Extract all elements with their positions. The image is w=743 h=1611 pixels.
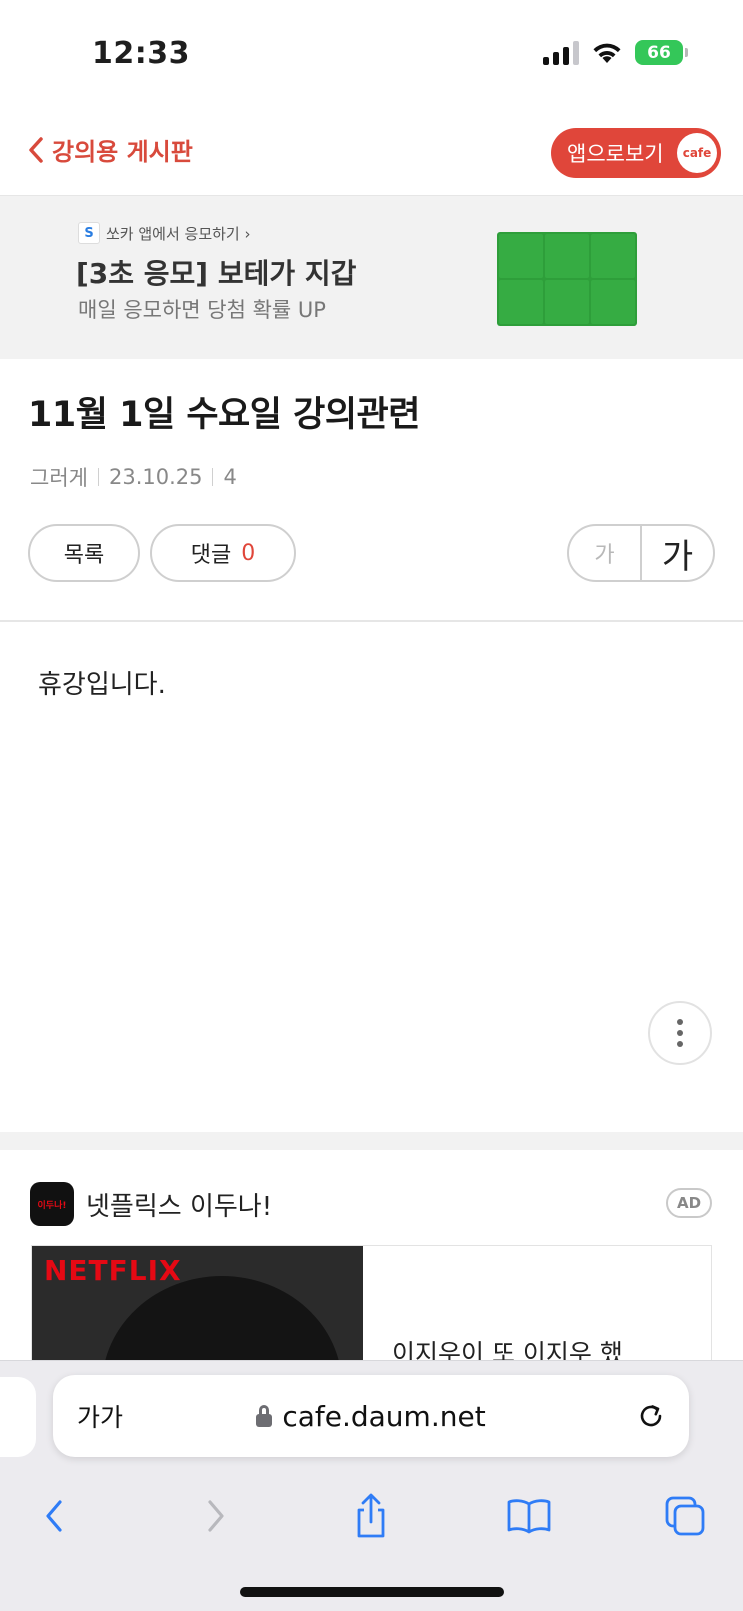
previous-tab-peek[interactable] [0, 1377, 36, 1457]
more-dots-icon [677, 1019, 683, 1025]
url-text: cafe.daum.net [282, 1399, 486, 1433]
ad-source: S 쏘카 앱에서 응모하기 › [78, 222, 251, 244]
board-name: 강의용 게시판 [52, 138, 193, 166]
battery-level: 66 [647, 42, 671, 63]
post-views: 4 [223, 465, 237, 489]
netflix-show-logo-icon: 이두나! [30, 1182, 74, 1226]
ad-subtitle: 매일 응모하면 당첨 확률 UP [78, 298, 326, 322]
section-separator [0, 1132, 743, 1150]
back-button[interactable]: 강의용 게시판 [26, 132, 193, 167]
ad-badge: AD [666, 1188, 712, 1218]
lock-icon [256, 1405, 273, 1427]
post-meta: 그러게 23.10.25 4 [30, 462, 237, 492]
status-icons: 66 [543, 40, 688, 65]
post-date: 23.10.25 [108, 465, 203, 489]
home-indicator [240, 1587, 504, 1597]
ad-title: [3초 응모] 보테가 지갑 [76, 257, 357, 290]
list-button-label: 목록 [63, 543, 105, 568]
cafe-logo-icon: cafe [677, 133, 717, 173]
navigation-bar: 강의용 게시판 앱으로보기 cafe [0, 110, 743, 196]
meta-divider [97, 468, 99, 486]
list-button[interactable]: 목록 [28, 524, 140, 582]
open-in-app-label: 앱으로보기 [567, 142, 664, 166]
status-time: 12:33 [92, 36, 190, 71]
browser-bottom-bar: 가가 cafe.daum.net [0, 1360, 743, 1611]
socar-logo-icon: S [78, 222, 100, 244]
address-bar[interactable]: 가가 cafe.daum.net [53, 1375, 689, 1457]
content-divider [0, 620, 743, 622]
browser-toolbar [0, 1481, 743, 1551]
chevron-left-icon [29, 136, 43, 163]
reload-icon[interactable] [635, 1400, 667, 1432]
url-display: cafe.daum.net [53, 1400, 689, 1433]
ad-banner[interactable]: S 쏘카 앱에서 응모하기 › [3초 응모] 보테가 지갑 매일 응모하면 당… [0, 196, 743, 359]
chevron-right-icon [208, 1500, 224, 1532]
wifi-icon [593, 43, 621, 63]
cellular-signal-icon [543, 40, 579, 65]
post-title: 11월 1일 수요일 강의관련 [28, 395, 420, 435]
font-size-toggle: 가 가 [567, 524, 715, 582]
browser-forward-button[interactable] [190, 1491, 240, 1541]
font-size-large-button[interactable]: 가 [642, 526, 713, 580]
post-author[interactable]: 그러게 [30, 462, 88, 492]
meta-divider [212, 468, 214, 486]
browser-back-button[interactable] [30, 1491, 80, 1541]
comment-button-label: 댓글 [190, 543, 232, 568]
netflix-wordmark: NETFLIX [44, 1254, 182, 1287]
wallet-product-image [497, 232, 637, 326]
share-button[interactable] [346, 1491, 396, 1541]
sponsored-header[interactable]: 이두나! 넷플릭스 이두나! [30, 1182, 272, 1226]
battery-icon: 66 [635, 40, 688, 65]
comment-count: 0 [241, 540, 256, 566]
post-body: 휴강입니다. [38, 670, 166, 700]
share-icon [357, 1493, 385, 1538]
more-options-button[interactable] [648, 1001, 712, 1065]
book-icon [507, 1499, 551, 1534]
font-size-small-button[interactable]: 가 [569, 526, 642, 580]
tabs-icon [665, 1496, 705, 1536]
open-in-app-button[interactable]: 앱으로보기 cafe [551, 128, 721, 178]
tabs-button[interactable] [660, 1491, 710, 1541]
chevron-left-icon [46, 1500, 62, 1532]
sponsor-name: 넷플릭스 이두나! [86, 1191, 273, 1222]
ad-source-text: 쏘카 앱에서 응모하기 › [106, 224, 251, 243]
comment-button[interactable]: 댓글 0 [150, 524, 296, 582]
status-bar: 12:33 66 [0, 0, 743, 110]
bookmarks-button[interactable] [504, 1491, 554, 1541]
